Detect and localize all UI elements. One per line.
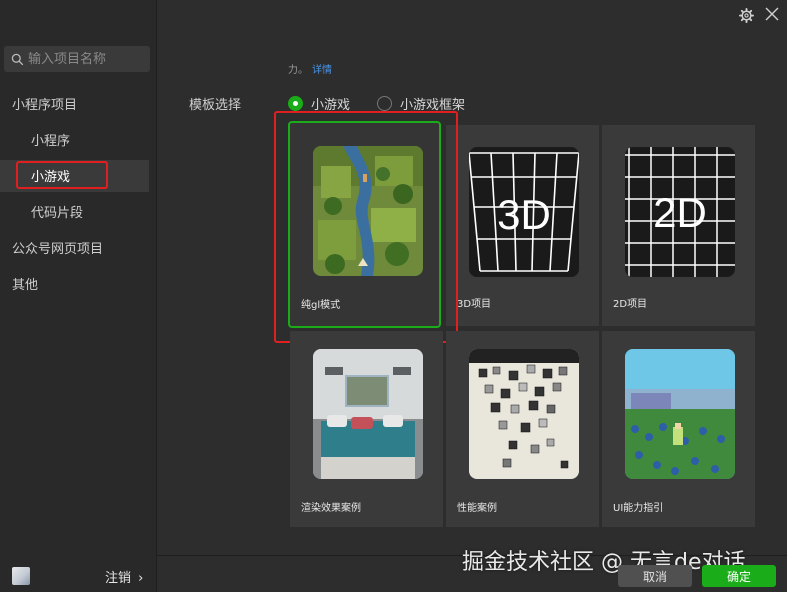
radio-framework-label: 小游戏框架 (400, 98, 466, 113)
details-link[interactable]: 详情 (312, 65, 332, 76)
template-thumb-performance (469, 349, 579, 479)
2d-thumb-text: 2D (653, 189, 707, 236)
tip-text: 力。 详情 (288, 61, 332, 76)
template-select-label: 模板选择 (189, 98, 242, 113)
template-label-2d: 2D项目 (613, 299, 648, 310)
highlight-box-minigame (16, 161, 108, 189)
radio-minigame[interactable]: 小游戏 (288, 94, 350, 113)
radio-unchecked-icon (377, 96, 392, 111)
radio-checked-icon (288, 96, 303, 111)
template-card-render-effect[interactable]: 渲染效果案例 (290, 331, 443, 527)
sidebar-item-code-snippet[interactable]: 代码片段 (31, 202, 83, 221)
user-row: 注销 › (12, 567, 152, 586)
template-label-pure-gl: 纯gl模式 (301, 300, 341, 311)
template-label-render-effect: 渲染效果案例 (301, 503, 361, 514)
template-label-performance: 性能案例 (457, 503, 497, 514)
avatar[interactable] (12, 567, 30, 585)
search-icon (11, 53, 24, 65)
cancel-button[interactable]: 取消 (618, 565, 692, 587)
template-card-3d[interactable]: 3D 3D项目 (446, 125, 599, 326)
sidebar-item-official-account[interactable]: 公众号网页项目 (12, 238, 103, 257)
search-box[interactable] (4, 46, 150, 72)
sidebar: 小程序项目 小程序 小游戏 代码片段 公众号网页项目 其他 注销 › (0, 0, 157, 592)
template-thumb-2d: 2D (625, 147, 735, 277)
radio-minigame-framework[interactable]: 小游戏框架 (377, 94, 465, 113)
template-label-3d: 3D项目 (457, 299, 492, 310)
template-thumb-ui-guide (625, 349, 735, 479)
logout-link[interactable]: 注销 › (105, 567, 143, 586)
logout-label: 注销 (105, 571, 132, 586)
template-label-ui-guide: UI能力指引 (613, 503, 664, 514)
radio-minigame-label: 小游戏 (311, 98, 351, 113)
template-card-performance[interactable]: 性能案例 (446, 331, 599, 527)
sidebar-item-miniprogram-project[interactable]: 小程序项目 (12, 94, 77, 113)
confirm-button[interactable]: 确定 (702, 565, 776, 587)
chevron-right-icon: › (138, 571, 144, 586)
close-icon[interactable] (764, 6, 780, 22)
template-thumb-render-effect (313, 349, 423, 479)
tip-message: 力。 (288, 65, 308, 76)
gear-icon[interactable] (739, 8, 754, 23)
template-thumb-3d: 3D (469, 147, 579, 277)
sidebar-item-miniprogram[interactable]: 小程序 (31, 130, 70, 149)
sidebar-item-other[interactable]: 其他 (12, 274, 38, 293)
3d-thumb-text: 3D (497, 191, 551, 238)
template-card-2d[interactable]: 2D 2D项目 (602, 125, 755, 326)
template-thumb-pure-gl (313, 146, 423, 276)
search-input[interactable] (28, 51, 148, 67)
template-card-ui-guide[interactable]: UI能力指引 (602, 331, 755, 527)
template-card-pure-gl[interactable]: 纯gl模式 (288, 121, 441, 328)
